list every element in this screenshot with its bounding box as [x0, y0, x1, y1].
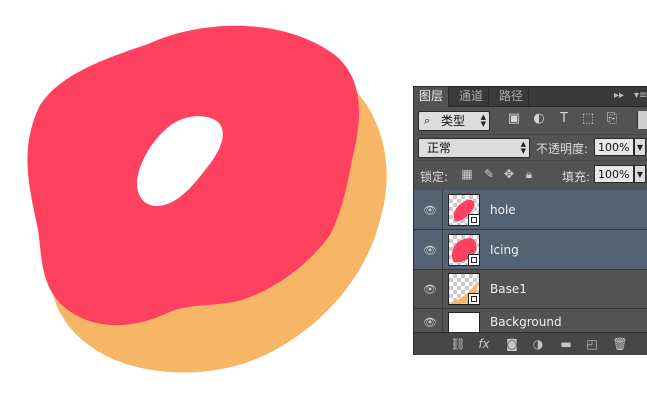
visibility-eye-icon[interactable]: 👁︎	[422, 244, 438, 257]
blend-mode-label: 正常	[427, 141, 452, 155]
tab-paths[interactable]: 路径	[494, 87, 530, 106]
filter-kind-label: 类型	[441, 114, 466, 128]
visibility-separator	[442, 190, 443, 229]
trash-icon[interactable]: 🗑︎	[612, 336, 628, 352]
stepper-icon: ▲ ▼	[480, 113, 486, 128]
tab-channels[interactable]: 通道	[454, 87, 490, 106]
new-layer-icon[interactable]: ◰	[584, 336, 600, 352]
lock-move-icon[interactable]: ✥	[502, 167, 516, 181]
opacity-input[interactable]: 100%	[594, 138, 634, 156]
lock-row: 锁定: ▦ ✎ ✥ 🔒︎ 填充: 100% ▼	[414, 160, 647, 189]
layer-row-icing[interactable]: 👁︎ Icing	[414, 230, 647, 270]
layer-thumbnail	[448, 194, 480, 226]
opacity-label: 不透明度:	[536, 142, 589, 156]
lock-all-icon[interactable]: 🔒︎	[522, 167, 536, 181]
search-icon: ⌕	[424, 114, 431, 127]
layer-name[interactable]: hole	[490, 203, 516, 217]
layer-name[interactable]: Icing	[490, 243, 519, 257]
adjustment-layer-icon[interactable]: ◑	[530, 336, 546, 352]
add-mask-icon[interactable]: ◙	[504, 336, 520, 352]
fill-label: 填充:	[562, 170, 591, 184]
tab-layers[interactable]: 图层	[414, 87, 450, 107]
layer-row-hole[interactable]: 👁︎ hole	[414, 190, 647, 230]
layer-thumbnail	[448, 312, 480, 333]
layers-bottom-toolbar: ⛓︎ fx ◙ ◑ ▬ ◰ 🗑︎	[414, 332, 647, 355]
visibility-separator	[442, 270, 443, 308]
visibility-eye-icon[interactable]: 👁︎	[422, 283, 438, 296]
layer-row-base1[interactable]: 👁︎ Base1	[414, 270, 647, 309]
fill-dropdown-arrow[interactable]: ▼	[634, 165, 646, 183]
lock-transparent-icon[interactable]: ▦	[460, 167, 474, 181]
expand-arrows-icon[interactable]: ▸▸	[614, 90, 624, 101]
image-filter-icon[interactable]: ▣	[506, 111, 522, 127]
visibility-eye-icon[interactable]: 👁︎	[422, 316, 438, 329]
blend-row: 正常 ▲ ▼ 不透明度: 100% ▼	[414, 134, 647, 159]
vector-mask-badge-icon	[468, 214, 480, 226]
adjustment-filter-icon[interactable]: ◐	[531, 111, 547, 127]
donut-artwork	[27, 25, 387, 373]
layer-name[interactable]: Background	[490, 315, 562, 329]
shape-filter-icon[interactable]: ⬚	[580, 111, 596, 127]
smart-object-filter-icon[interactable]: ⎘	[604, 111, 620, 127]
layer-name[interactable]: Base1	[490, 282, 527, 296]
new-group-icon[interactable]: ▬	[558, 336, 574, 352]
layer-filter-row: ⌕ 类型 ▲ ▼ ▣ ◐ T ⬚ ⎘	[414, 107, 647, 133]
panel-tab-bar: 图层 通道 路径 ▸▸ ▾≡	[414, 87, 647, 107]
opacity-dropdown-arrow[interactable]: ▼	[634, 138, 646, 156]
lock-paint-icon[interactable]: ✎	[482, 167, 496, 181]
blend-mode-select[interactable]: 正常 ▲ ▼	[418, 138, 530, 158]
vector-mask-badge-icon	[468, 293, 480, 305]
filter-toggle[interactable]	[637, 111, 647, 129]
fill-input[interactable]: 100%	[594, 165, 634, 183]
visibility-eye-icon[interactable]: 👁︎	[422, 204, 438, 217]
lock-label: 锁定:	[420, 170, 449, 184]
layer-thumbnail	[448, 273, 480, 305]
panel-menu-icon[interactable]: ▾≡	[634, 90, 647, 101]
stepper-icon: ▲ ▼	[520, 140, 526, 155]
type-filter-icon[interactable]: T	[556, 111, 572, 127]
visibility-separator	[442, 230, 443, 269]
fx-icon[interactable]: fx	[476, 336, 492, 352]
link-layers-icon[interactable]: ⛓︎	[450, 336, 466, 352]
layers-panel: 图层 通道 路径 ▸▸ ▾≡ ⌕ 类型 ▲ ▼ ▣ ◐ T ⬚ ⎘ 正常 ▲ ▼ 不…	[413, 86, 647, 355]
filter-kind-select[interactable]: ⌕ 类型 ▲ ▼	[418, 111, 490, 131]
layer-thumbnail	[448, 234, 480, 266]
vector-mask-badge-icon	[468, 254, 480, 266]
